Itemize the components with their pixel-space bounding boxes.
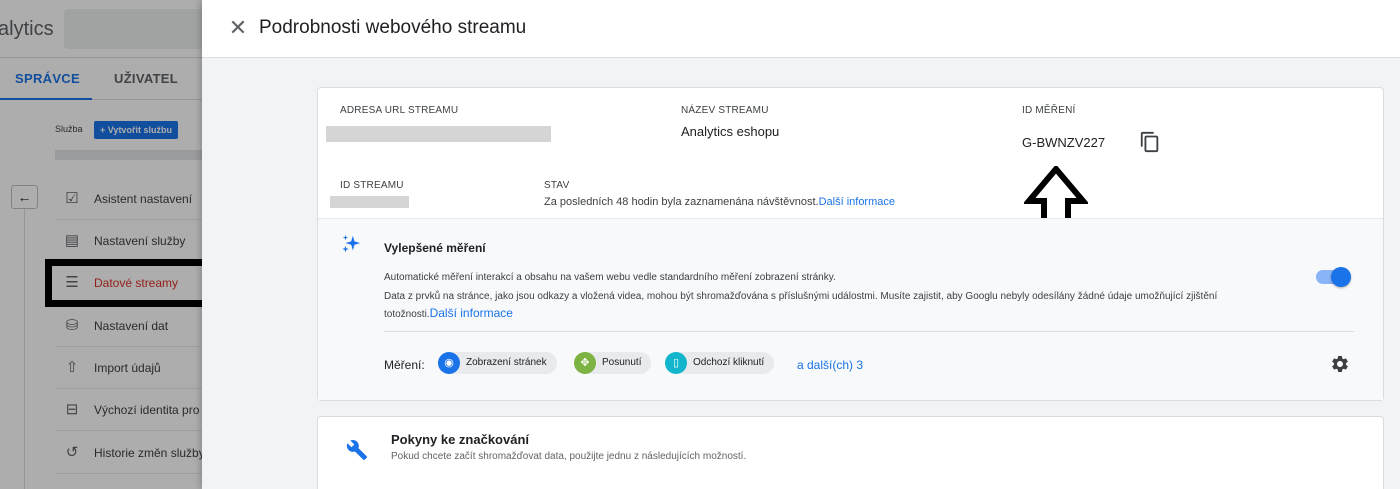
drawer-header: ✕ Podrobnosti webového streamu bbox=[202, 0, 1400, 58]
background-search-box[interactable] bbox=[64, 9, 202, 49]
wrench-icon bbox=[346, 440, 368, 461]
status-label: STAV bbox=[544, 180, 570, 191]
nav-rail-line bbox=[24, 200, 25, 489]
sidebar-item-label: Nastavení služby bbox=[94, 234, 186, 248]
tab-admin[interactable]: SPRÁVCE bbox=[15, 71, 80, 86]
tagging-instructions-card[interactable]: Pokyny ke značkování Pokud chcete začít … bbox=[317, 416, 1384, 489]
status-text: Za posledních 48 hodin byla zaznamenána … bbox=[544, 196, 895, 208]
enhanced-measurement-learn-more-link[interactable]: Další informace bbox=[430, 306, 513, 320]
stream-url-redacted bbox=[326, 126, 551, 142]
sidebar-item-data-import[interactable]: ⇧ Import údajů bbox=[55, 347, 202, 389]
chip-page-views[interactable]: ◉ Zobrazení stránek bbox=[438, 352, 557, 374]
create-property-label: Vytvořit službu bbox=[107, 125, 172, 135]
sparkle-icon bbox=[342, 234, 361, 253]
status-learn-more-link[interactable]: Další informace bbox=[819, 196, 895, 208]
sidebar-item-label: Nastavení dat bbox=[94, 319, 169, 333]
sidebar-item-label: Výchozí identita pro p bbox=[94, 403, 202, 417]
stream-details-card: ADRESA URL STREAMU NÁZEV STREAMU Analyti… bbox=[317, 87, 1384, 401]
tab-user[interactable]: UŽIVATEL bbox=[114, 71, 178, 86]
eye-icon: ◉ bbox=[438, 352, 460, 374]
identity-icon: ⊟ bbox=[65, 401, 79, 418]
sidebar-item-setup-assistant[interactable]: ☑ Asistent nastavení bbox=[55, 178, 202, 220]
stream-id-label: ID STREAMU bbox=[340, 180, 404, 191]
tagging-description: Pokud chcete začít shromažďovat data, po… bbox=[391, 451, 747, 462]
chip-outbound-clicks[interactable]: ▯ Odchozí kliknutí bbox=[665, 352, 775, 374]
chip-label: Odchozí kliknutí bbox=[693, 357, 765, 368]
enhanced-measurement-toggle[interactable] bbox=[1316, 267, 1351, 287]
sidebar-item-data-settings[interactable]: ⛁ Nastavení dat bbox=[55, 305, 202, 347]
app-name: alytics bbox=[0, 18, 54, 40]
enhanced-measurement-privacy-note: Data z prvků na stránce, jako jsou odkaz… bbox=[384, 289, 1254, 323]
drawer-title: Podrobnosti webového streamu bbox=[259, 17, 527, 38]
measurement-id-label: ID MĚŘENÍ bbox=[1022, 105, 1076, 116]
enhanced-measurement-section: Vylepšené měření Automatické měření inte… bbox=[318, 218, 1383, 400]
enhanced-measurement-title: Vylepšené měření bbox=[384, 241, 486, 255]
web-stream-details-drawer: ✕ Podrobnosti webového streamu ADRESA UR… bbox=[202, 0, 1400, 489]
sidebar-item-label: Historie změn služby bbox=[94, 446, 202, 460]
database-icon: ⛁ bbox=[65, 317, 79, 334]
arrow-left-icon[interactable]: ← bbox=[11, 185, 38, 209]
gear-icon[interactable] bbox=[1330, 354, 1350, 374]
active-tab-indicator bbox=[0, 98, 92, 100]
layout-icon: ▤ bbox=[64, 232, 80, 249]
property-label: Služba bbox=[55, 124, 83, 134]
enhanced-measurement-description: Automatické měření interakcí a obsahu na… bbox=[384, 272, 836, 283]
status-message: Za posledních 48 hodin byla zaznamenána … bbox=[544, 196, 819, 208]
sidebar-item-reporting-identity[interactable]: ⊟ Výchozí identita pro p bbox=[55, 389, 202, 431]
create-property-button[interactable]: + Vytvořit službu bbox=[94, 121, 178, 139]
measures-label: Měření: bbox=[384, 358, 425, 372]
history-icon: ↺ bbox=[65, 444, 79, 461]
sidebar-item-change-history[interactable]: ↺ Historie změn služby bbox=[55, 432, 202, 474]
copy-icon[interactable] bbox=[1139, 131, 1161, 153]
clipboard-check-icon: ☑ bbox=[65, 190, 79, 207]
tagging-title: Pokyny ke značkování bbox=[391, 432, 530, 447]
background-top-bar: alytics bbox=[0, 0, 202, 58]
more-measures-link[interactable]: a další(ch) 3 bbox=[797, 358, 863, 372]
property-selector-redacted[interactable] bbox=[55, 150, 202, 160]
mouse-icon: ▯ bbox=[665, 352, 687, 374]
admin-tabs: SPRÁVCE UŽIVATEL bbox=[0, 58, 202, 100]
close-icon[interactable]: ✕ bbox=[226, 16, 250, 40]
stream-name-label: NÁZEV STREAMU bbox=[681, 105, 769, 116]
sidebar-item-label: Asistent nastavení bbox=[94, 192, 193, 206]
chip-label: Zobrazení stránek bbox=[466, 357, 547, 368]
background-admin-panel: alytics SPRÁVCE UŽIVATEL Služba + Vytvoř… bbox=[0, 0, 202, 489]
toggle-knob bbox=[1331, 267, 1351, 287]
stream-id-redacted bbox=[330, 196, 409, 208]
sidebar-item-label: Import údajů bbox=[94, 361, 161, 375]
chip-scrolls[interactable]: ✥ Posunutí bbox=[574, 352, 652, 374]
stream-name-value: Analytics eshopu bbox=[681, 124, 780, 139]
upload-icon: ⇧ bbox=[65, 359, 79, 376]
sidebar-item-property-settings[interactable]: ▤ Nastavení služby bbox=[55, 220, 202, 262]
stream-url-label: ADRESA URL STREAMU bbox=[340, 105, 459, 116]
scroll-icon: ✥ bbox=[574, 352, 596, 374]
chip-label: Posunutí bbox=[602, 357, 642, 368]
divider bbox=[384, 331, 1354, 332]
measurement-id-value: G-BWNZV227 bbox=[1022, 135, 1106, 150]
